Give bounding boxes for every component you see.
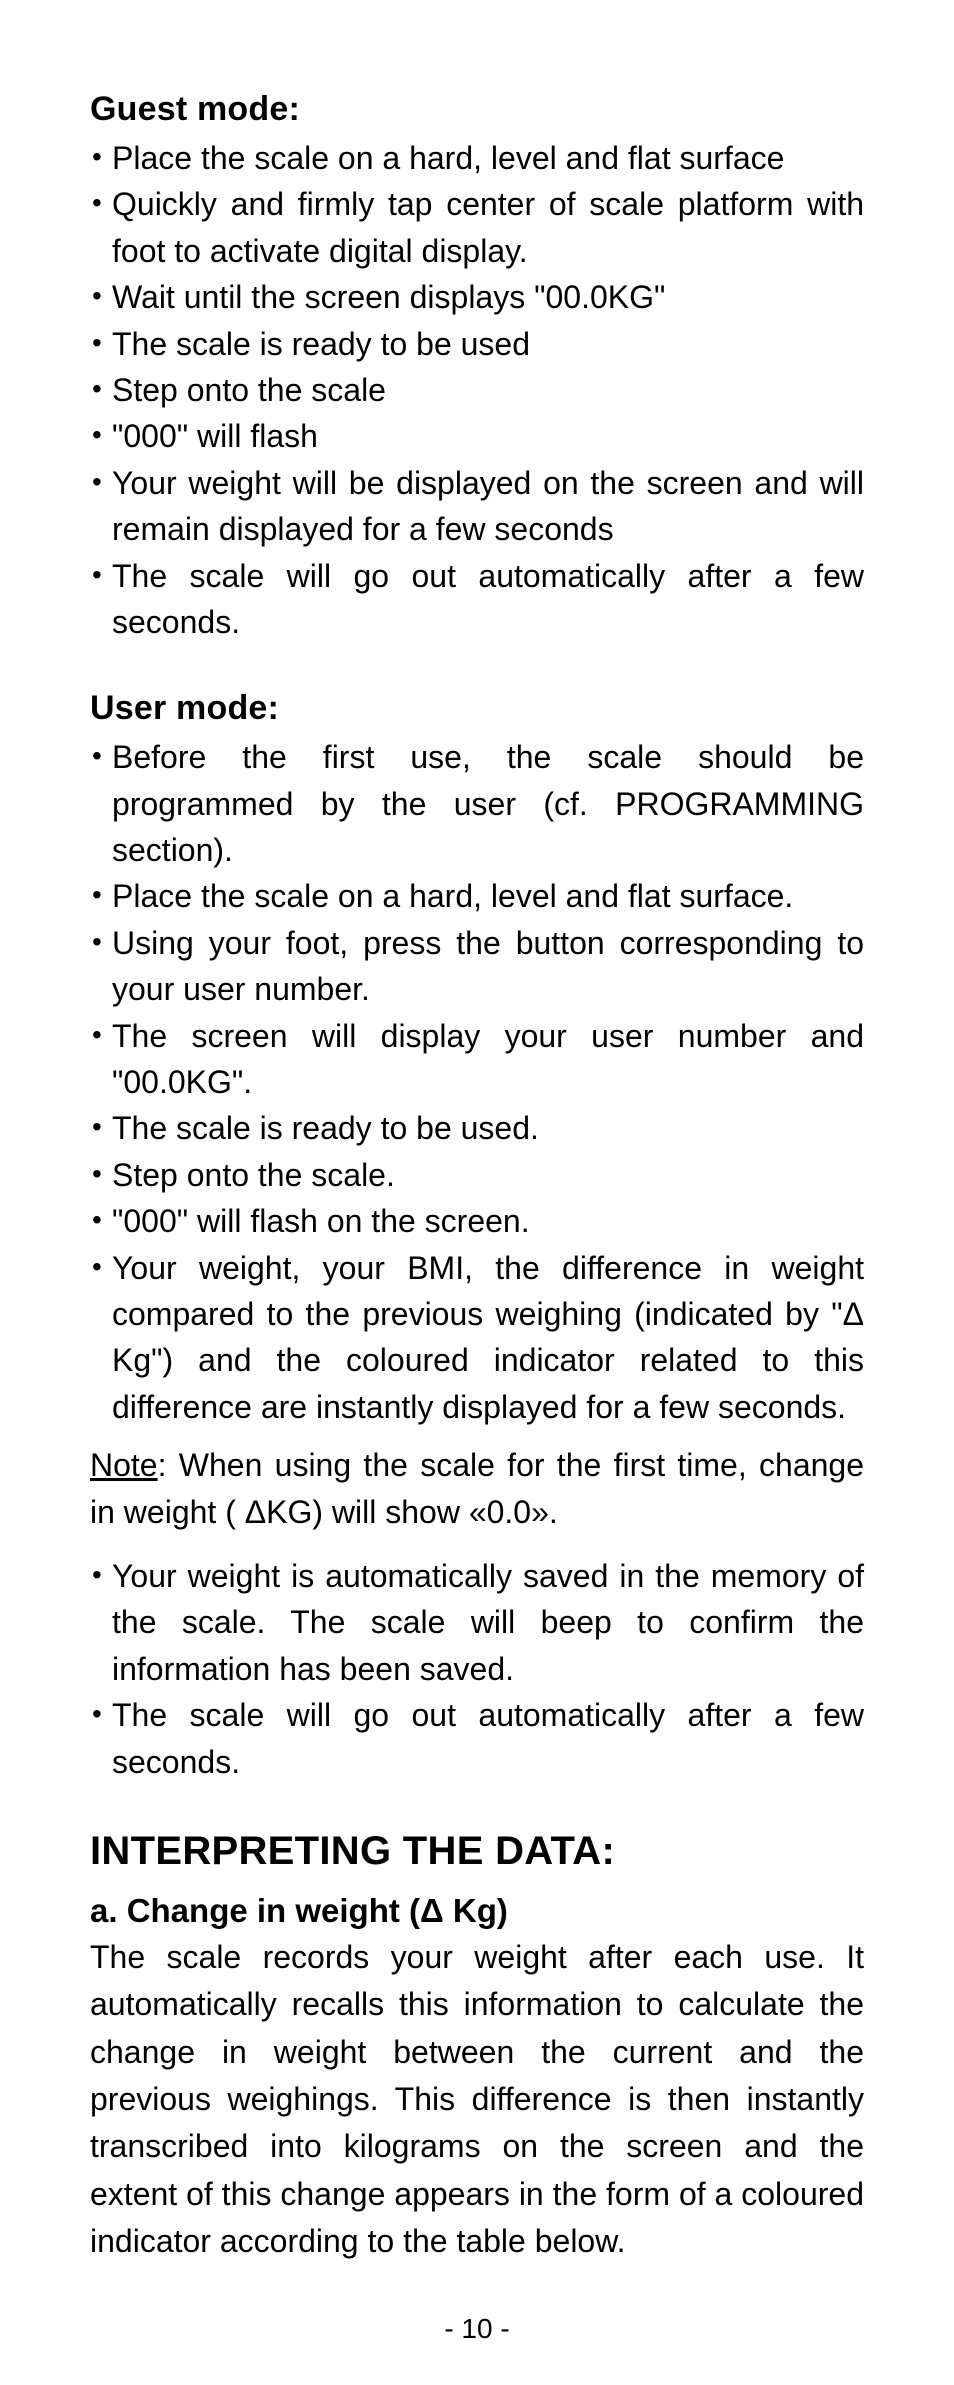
user-mode-title: User mode: bbox=[90, 689, 864, 728]
list-item: Step onto the scale. bbox=[90, 1152, 864, 1198]
list-item: Quickly and firmly tap center of scale p… bbox=[90, 181, 864, 274]
list-item: Wait until the screen displays "00.0KG" bbox=[90, 274, 864, 320]
list-item: The scale is ready to be used bbox=[90, 321, 864, 367]
note-label: Note bbox=[90, 1447, 158, 1483]
list-item: Place the scale on a hard, level and fla… bbox=[90, 135, 864, 181]
list-item: Your weight will be displayed on the scr… bbox=[90, 460, 864, 553]
list-item: "000" will flash bbox=[90, 413, 864, 459]
user-mode-list-a: Before the first use, the scale should b… bbox=[90, 734, 864, 1430]
list-item: Your weight, your BMI, the difference in… bbox=[90, 1245, 864, 1431]
list-item: Before the first use, the scale should b… bbox=[90, 734, 864, 873]
change-in-weight-body: The scale records your weight after each… bbox=[90, 1934, 864, 2266]
user-mode-note: Note: When using the scale for the first… bbox=[90, 1442, 864, 1535]
list-item: Your weight is automatically saved in th… bbox=[90, 1553, 864, 1692]
list-item: The scale will go out automatically afte… bbox=[90, 1692, 864, 1785]
user-mode-list-b: Your weight is automatically saved in th… bbox=[90, 1553, 864, 1785]
interpreting-heading: INTERPRETING THE DATA: bbox=[90, 1829, 864, 1874]
list-item: The scale is ready to be used. bbox=[90, 1105, 864, 1151]
list-item: Place the scale on a hard, level and fla… bbox=[90, 873, 864, 919]
guest-mode-list: Place the scale on a hard, level and fla… bbox=[90, 135, 864, 645]
guest-mode-title: Guest mode: bbox=[90, 90, 864, 129]
list-item: The scale will go out automatically afte… bbox=[90, 553, 864, 646]
page-number: - 10 - bbox=[90, 2313, 864, 2345]
list-item: Using your foot, press the button corres… bbox=[90, 920, 864, 1013]
list-item: The screen will display your user number… bbox=[90, 1013, 864, 1106]
list-item: "000" will flash on the screen. bbox=[90, 1198, 864, 1244]
list-item: Step onto the scale bbox=[90, 367, 864, 413]
change-in-weight-subheading: a. Change in weight (Δ Kg) bbox=[90, 1892, 864, 1930]
note-text: : When using the scale for the first tim… bbox=[90, 1447, 864, 1529]
